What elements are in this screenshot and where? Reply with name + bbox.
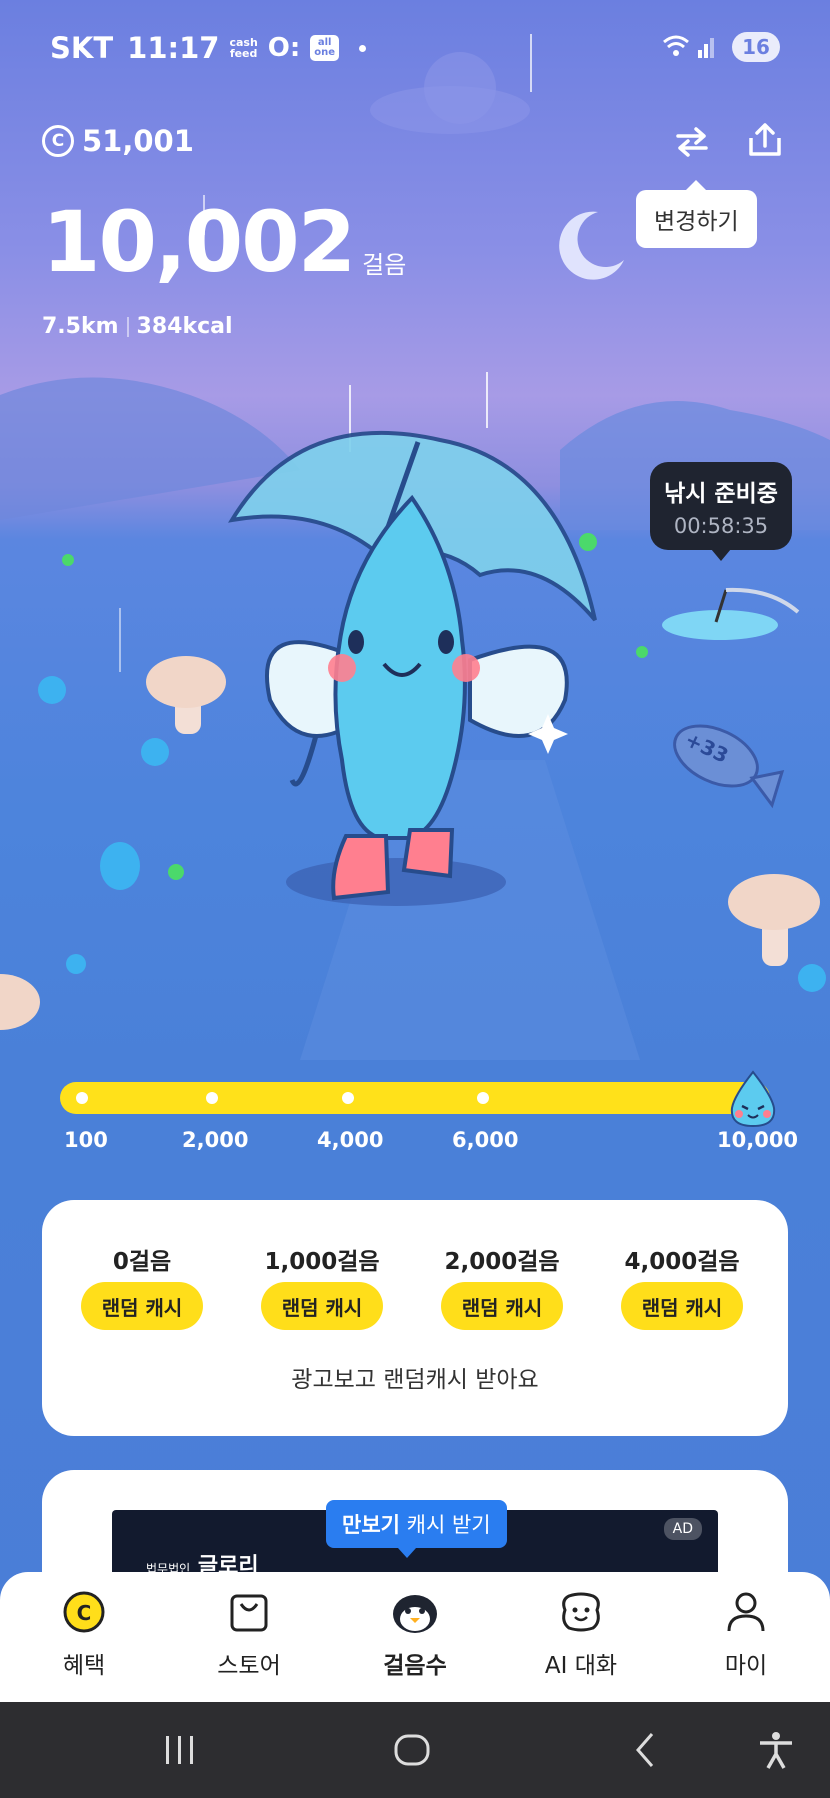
nav-item-store[interactable]: 스토어 [189,1590,309,1680]
reward-steps-label: 4,000걸음 [624,1249,740,1275]
person-icon [727,1592,765,1632]
calories-value: 384kcal [136,314,233,339]
battery-indicator: 16 [732,32,780,62]
progress-marker [76,1092,88,1104]
card-caption: 광고보고 랜덤캐시 받아요 [291,1367,539,1393]
nav-label: 마이 [724,1653,768,1679]
ocb-icon: O: [267,33,301,63]
reward-steps-label: 0걸음 [112,1249,172,1275]
pedometer-cash-tooltip[interactable]: 만보기 캐시 받기 [326,1500,507,1558]
accessibility-icon[interactable] [756,1730,796,1770]
notification-dot-icon [359,44,367,52]
distance-value: 7.5km [42,314,119,339]
cash-coin-icon: C [42,125,74,157]
share-button[interactable] [743,118,787,162]
nav-label: 걸음수 [383,1653,447,1679]
droplet-mascot-icon [730,1070,776,1128]
nav-item-my[interactable]: 마이 [686,1590,806,1680]
nav-label: AI 대화 [544,1653,618,1679]
fishing-title: 낚시 준비중 [664,481,778,507]
random-cash-button[interactable]: 랜덤 캐시 [261,1282,383,1330]
activity-stats: 7.5km 384kcal [42,314,233,339]
random-cash-card: 0걸음랜덤 캐시 1,000걸음랜덤 캐시 2,000걸음랜덤 캐시 4,000걸음랜… [42,1200,788,1436]
coin-icon: C [63,1591,105,1633]
nav-item-benefits[interactable]: C 혜택 [24,1590,144,1680]
progress-marker [477,1092,489,1104]
cash-points[interactable]: C 51,001 [42,124,194,158]
change-tooltip[interactable]: 변경하기 [636,180,757,248]
smile-chat-icon [562,1592,600,1632]
random-cash-button[interactable]: 랜덤 캐시 [441,1282,563,1330]
step-progress-bar [60,1082,770,1114]
fishing-status-bubble[interactable]: 낚시 준비중 00:58:35 [650,462,792,561]
nav-label: 혜택 [62,1653,106,1679]
stats-divider [126,316,129,337]
fishing-timer: 00:58:35 [673,514,769,538]
wifi-signal-icon [663,35,714,58]
status-bar: SKT 11:17 cash feed O: all one [50,28,367,68]
home-icon[interactable] [392,1730,432,1770]
shopping-bag-icon [230,1594,268,1632]
step-unit: 걸음 [362,251,407,279]
nav-item-steps[interactable]: 걸음수 [355,1590,475,1680]
system-navigation-bar [0,1702,830,1798]
allone-icon: all one [310,35,340,61]
progress-label: 6,000 [452,1128,519,1152]
progress-label: 2,000 [182,1128,249,1152]
recent-apps-icon[interactable] [160,1730,200,1770]
step-counter: 10,002 걸음 [42,200,406,284]
back-icon[interactable] [626,1730,666,1770]
bottom-navigation: C 혜택 스토어 걸음수 AI 대화 마이 [0,1572,830,1702]
cash-points-value: 51,001 [82,124,194,158]
cashfeed-icon: cash feed [229,36,258,60]
ad-badge: AD [663,1518,702,1540]
moon-icon [559,211,624,280]
progress-label: 10,000 [717,1128,799,1152]
share-icon [749,123,781,156]
clock: 11:17 [127,31,220,65]
progress-label: 100 [64,1128,108,1152]
penguin-icon [393,1595,437,1633]
reward-steps-label: 1,000걸음 [264,1249,380,1275]
random-cash-button[interactable]: 랜덤 캐시 [81,1282,203,1330]
nav-item-ai-chat[interactable]: AI 대화 [521,1590,641,1680]
reward-steps-label: 2,000걸음 [444,1249,560,1275]
random-cash-button[interactable]: 랜덤 캐시 [621,1282,743,1330]
progress-marker [342,1092,354,1104]
svg-text:C: C [77,1601,92,1625]
nav-label: 스토어 [217,1653,281,1679]
progress-label: 4,000 [317,1128,384,1152]
progress-marker [206,1092,218,1104]
swap-arrows-icon [676,127,708,157]
step-count: 10,002 [42,193,356,291]
carrier-label: SKT [50,31,114,65]
switch-button[interactable] [670,120,714,164]
